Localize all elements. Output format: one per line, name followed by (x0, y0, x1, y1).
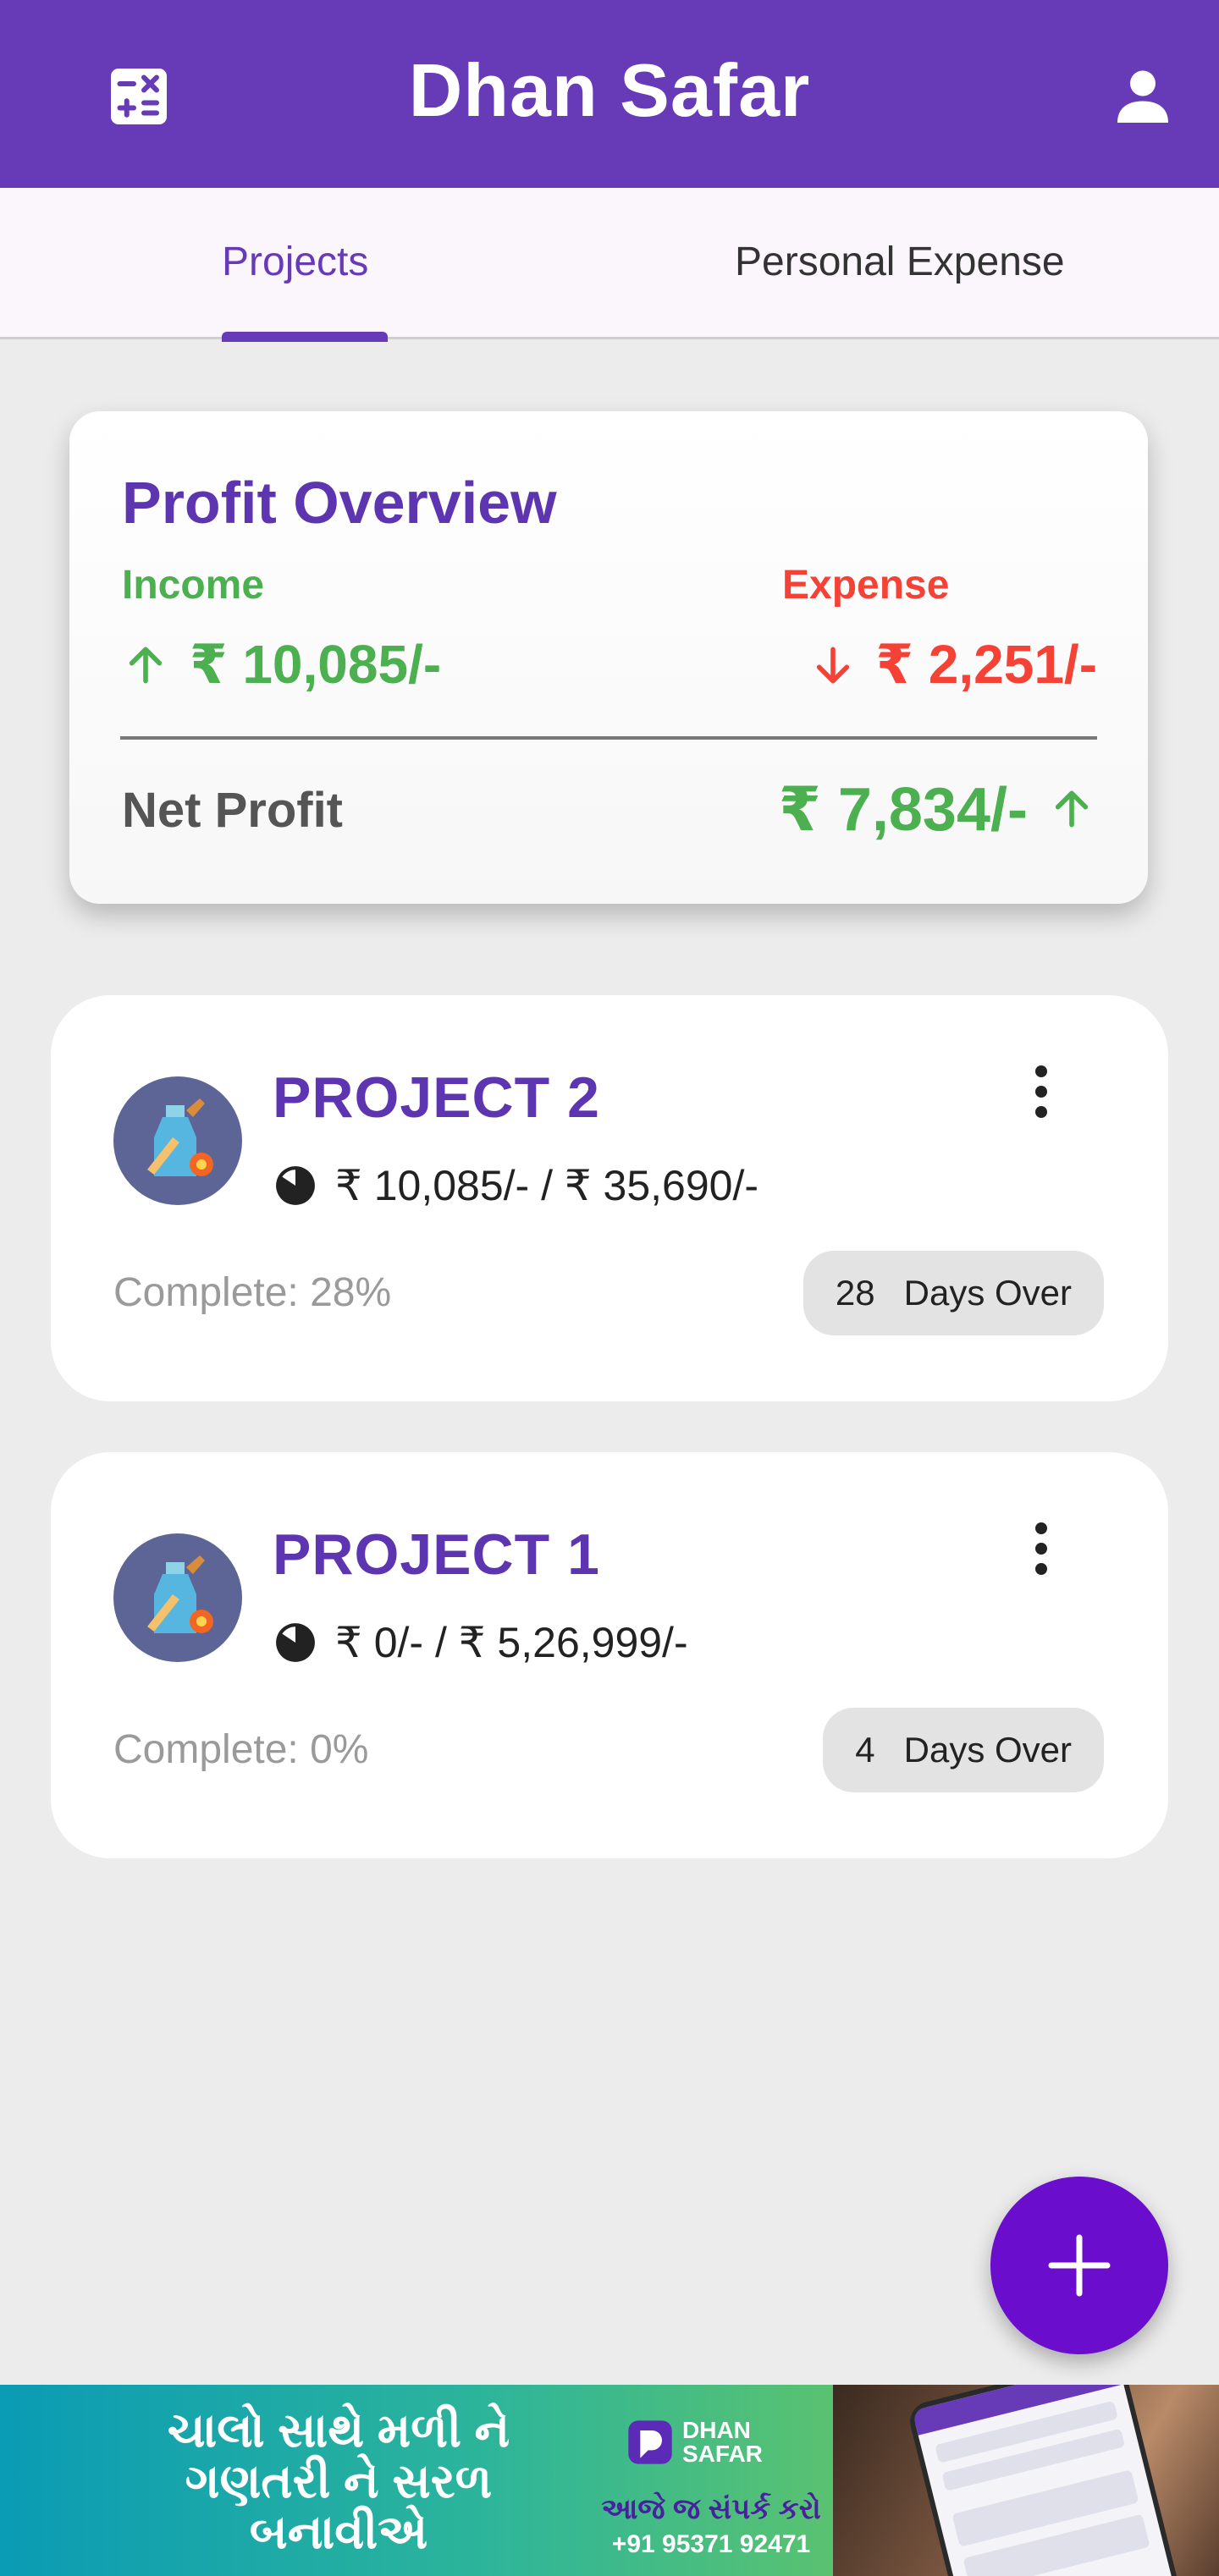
expense-amount: ₹ 2,251/- (809, 633, 1097, 696)
tab-personal-expense[interactable]: Personal Expense (735, 239, 1065, 285)
project-bottle-icon (147, 1555, 213, 1633)
days-over-label: Days Over (903, 1730, 1072, 1770)
income-amount: ₹ 10,085/- (122, 633, 441, 696)
income-value: ₹ 10,085/- (190, 634, 442, 695)
days-over-label: Days Over (903, 1273, 1072, 1313)
banner-brand-name: DHAN SAFAR (682, 2419, 763, 2466)
project-card[interactable]: PROJECT 1 ₹ 0/- / ₹ 5,26,999/- Complete:… (51, 1452, 1168, 1858)
arrow-down-icon (817, 647, 850, 683)
net-profit-label: Net Profit (122, 783, 343, 838)
phone-mockup (906, 2385, 1185, 2576)
banner-cta: આજે જ સંપર્ક કરો (601, 2493, 821, 2525)
add-project-button[interactable] (990, 2177, 1168, 2354)
banner-line: ચાલો સાથે મળી ને (167, 2403, 510, 2457)
overview-divider (120, 736, 1097, 740)
project-name: PROJECT 1 (273, 1522, 600, 1587)
profit-overview-card: Profit Overview Income Expense ₹ 10,085/… (69, 411, 1148, 904)
project-amounts: ₹ 0/- / ₹ 5,26,999/- (274, 1618, 688, 1667)
plus-icon (1048, 2234, 1111, 2297)
ad-banner[interactable]: ચાલો સાથે મળી ને ગણતરી ને સરળ બનાવીએ DHA… (0, 2385, 1219, 2576)
net-profit-value: ₹ 7,834/- (778, 776, 1028, 844)
banner-line: ગણતરી ને સરળ (185, 2454, 493, 2507)
project-amounts-text: ₹ 10,085/- / ₹ 35,690/- (335, 1162, 759, 1209)
expense-value: ₹ 2,251/- (875, 634, 1097, 695)
project-avatar (113, 1076, 242, 1205)
banner-brand-line: SAFAR (682, 2441, 763, 2467)
banner-brand: DHAN SAFAR (626, 2419, 763, 2466)
project-amounts: ₹ 10,085/- / ₹ 35,690/- (274, 1161, 758, 1210)
days-over-chip: 4 Days Over (823, 1708, 1104, 1792)
banner-photo (833, 2385, 1219, 2576)
overview-title: Profit Overview (122, 470, 557, 536)
project-card[interactable]: PROJECT 2 ₹ 10,085/- / ₹ 35,690/- Comple… (51, 995, 1168, 1401)
pie-chart-icon (276, 1166, 315, 1205)
app-bar: Dhan Safar (0, 0, 1219, 188)
project-amounts-text: ₹ 0/- / ₹ 5,26,999/- (335, 1619, 688, 1666)
expense-label: Expense (782, 563, 950, 608)
arrow-up-icon (1055, 790, 1089, 828)
banner-brand-line: DHAN (682, 2417, 751, 2443)
banner-phone: +91 95371 92471 (611, 2530, 811, 2558)
app-title: Dhan Safar (408, 48, 811, 132)
days-over-chip: 28 Days Over (803, 1251, 1104, 1335)
profile-icon[interactable] (1112, 64, 1173, 125)
banner-line: બનાવીએ (249, 2505, 428, 2558)
pie-chart-icon (276, 1623, 315, 1662)
days-over-count: 28 (835, 1273, 875, 1313)
project-avatar (113, 1533, 242, 1662)
income-label: Income (122, 563, 265, 608)
more-vert-icon[interactable] (1016, 1060, 1067, 1127)
tab-indicator (222, 332, 388, 342)
project-bottle-icon (147, 1098, 213, 1176)
days-over-count: 4 (855, 1730, 875, 1770)
arrow-up-icon (129, 647, 163, 683)
project-complete: Complete: 0% (113, 1727, 369, 1772)
project-complete: Complete: 28% (113, 1270, 392, 1315)
banner-headline: ચાલો સાથે મળી ને ગણતરી ને સરળ બનાવીએ (76, 2405, 601, 2557)
more-vert-icon[interactable] (1016, 1516, 1067, 1584)
tab-bar: Projects Personal Expense (0, 188, 1219, 342)
tab-projects[interactable]: Projects (222, 239, 368, 285)
net-profit-amount: ₹ 7,834/- (779, 773, 1095, 845)
project-name: PROJECT 2 (273, 1065, 600, 1130)
dhan-safar-logo-icon (628, 2420, 672, 2464)
